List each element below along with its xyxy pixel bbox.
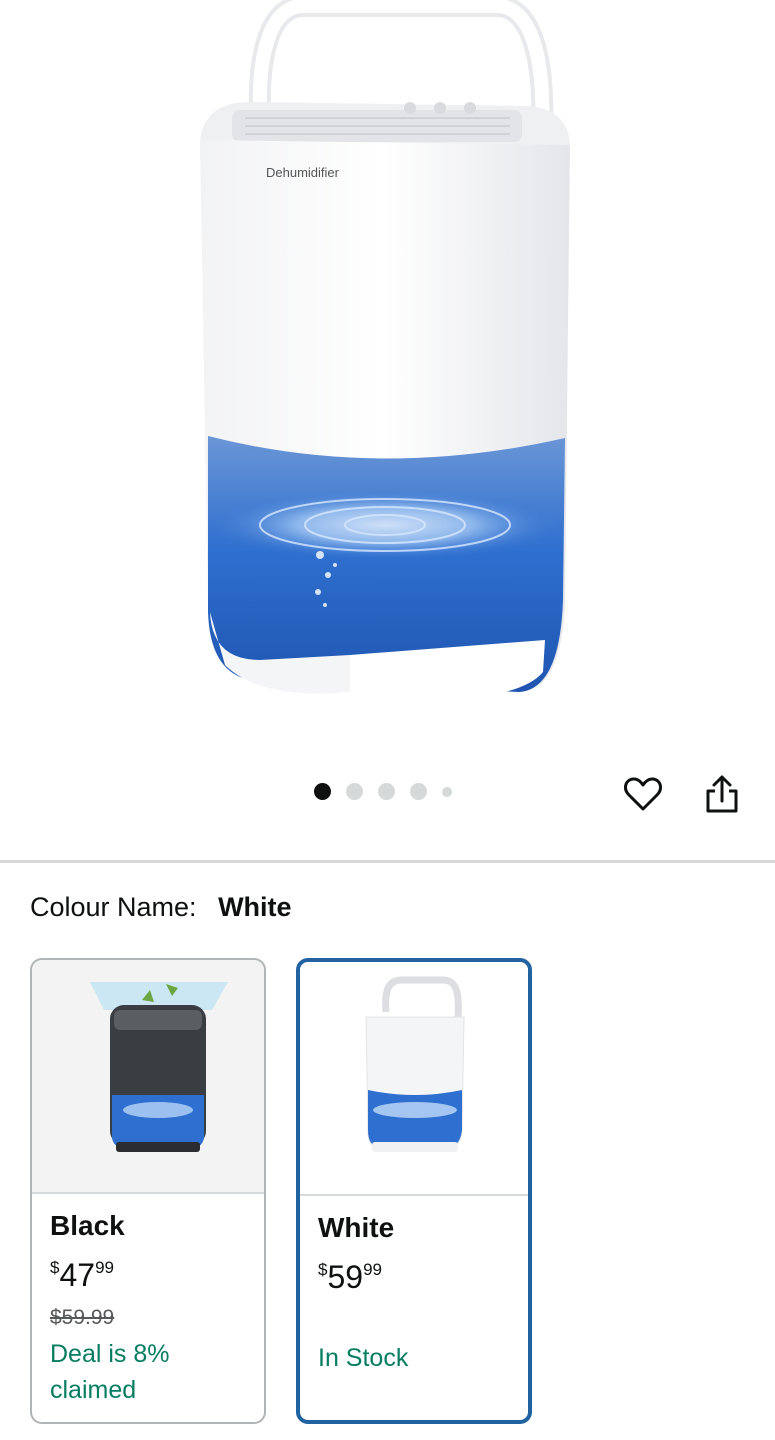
carousel-dot[interactable] (314, 783, 331, 800)
deal-status: Deal is 8% claimed (50, 1340, 170, 1404)
variant-price: $4799 (50, 1248, 246, 1302)
carousel-dot[interactable] (442, 786, 452, 797)
variant-swatch-white[interactable]: White $5999 In Stock (296, 958, 532, 1424)
section-divider (0, 860, 775, 863)
white-dehumidifier-thumbnail (365, 976, 465, 1152)
variant-price: $5999 (318, 1250, 510, 1304)
colour-name-value: White (218, 892, 292, 922)
variant-thumbnail (32, 960, 264, 1194)
was-price: $59.99 (50, 1306, 115, 1329)
variant-swatch-black[interactable]: Black $4799 $59.99 Deal is 8% claimed (30, 958, 266, 1424)
carousel-dot[interactable] (346, 783, 363, 800)
stock-status: In Stock (318, 1344, 409, 1372)
colour-name-row: Colour Name: White (30, 892, 292, 923)
price-whole: 47 (59, 1257, 96, 1293)
image-carousel-indicator[interactable] (314, 783, 452, 800)
price-fraction: 99 (95, 1258, 114, 1277)
black-dehumidifier-thumbnail (90, 982, 228, 1152)
variant-thumbnail (300, 962, 528, 1196)
variant-name: White (318, 1212, 395, 1243)
heart-icon (624, 777, 662, 811)
carousel-dot[interactable] (410, 783, 427, 800)
colour-name-label: Colour Name: (30, 892, 197, 922)
variant-name: Black (50, 1210, 125, 1241)
carousel-dot[interactable] (378, 783, 395, 800)
device-brand-text: Dehumidifier (266, 165, 340, 180)
dehumidifier-illustration: Dehumidifier (200, 0, 570, 700)
share-button[interactable] (698, 770, 746, 818)
favorite-button[interactable] (619, 770, 667, 818)
price-whole: 59 (327, 1259, 364, 1295)
price-fraction: 99 (363, 1260, 382, 1279)
product-image[interactable]: Dehumidifier (0, 0, 775, 760)
share-icon (706, 775, 738, 813)
